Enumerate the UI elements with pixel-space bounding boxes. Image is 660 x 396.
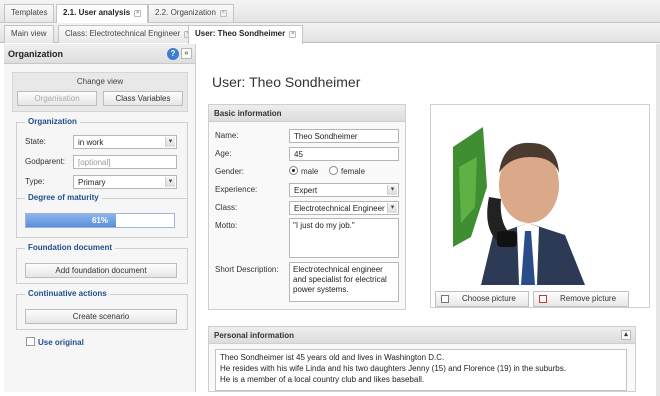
organisation-view-button[interactable]: Organisation: [17, 91, 97, 106]
personal-information-panel: Personal information ▴ Theo Sondheimer i…: [208, 326, 636, 392]
user-detail-view: User: Theo Sondheimer Basic information …: [198, 44, 656, 392]
sidebar-title: Organization: [8, 49, 64, 59]
motto-label: Motto:: [215, 221, 238, 230]
class-select[interactable]: Electrotechnical Engineer ▾: [289, 201, 399, 215]
age-field[interactable]: 45: [289, 147, 399, 161]
tab-user-analysis[interactable]: 2.1. User analysis ×: [56, 4, 149, 23]
female-radio[interactable]: [329, 166, 338, 175]
help-icon[interactable]: ?: [167, 48, 179, 60]
foundation-title: Foundation document: [25, 243, 115, 252]
type-label: Type:: [25, 177, 45, 186]
top-tab-bar: Templates 2.1. User analysis × 2.2. Organ…: [0, 0, 660, 23]
personal-information-text[interactable]: Theo Sondheimer ist 45 years old and liv…: [215, 349, 627, 391]
user-photo-frame: Choose picture Remove picture: [430, 104, 650, 308]
chevron-down-icon: ▾: [387, 203, 397, 213]
motto-field[interactable]: "I just do my job.": [289, 218, 399, 258]
state-select[interactable]: in work ▾: [73, 135, 177, 149]
choose-picture-button[interactable]: Choose picture: [435, 291, 529, 307]
female-label: female: [341, 167, 366, 176]
close-icon[interactable]: ×: [289, 31, 297, 38]
remove-picture-button[interactable]: Remove picture: [533, 291, 629, 307]
class-variables-button[interactable]: Class Variables: [103, 91, 183, 106]
male-label: male: [301, 167, 319, 176]
organization-group-title: Organization: [25, 117, 80, 126]
experience-label: Experience:: [215, 185, 258, 194]
close-icon[interactable]: ×: [219, 10, 227, 17]
tab-organization[interactable]: 2.2. Organization ×: [148, 4, 234, 22]
state-label: State:: [25, 137, 46, 146]
basic-information-panel: Basic information Name: Theo Sondheimer …: [208, 104, 406, 310]
tab-class-electrotechnical-engineer[interactable]: Class: Electrotechnical Engineer×: [58, 25, 199, 43]
sidebar-header: Organization ? «: [4, 44, 195, 64]
maturity-title: Degree of maturity: [25, 193, 102, 202]
male-radio[interactable]: [289, 166, 298, 175]
age-label: Age:: [215, 149, 232, 158]
tab-main-view[interactable]: Main view: [4, 25, 54, 43]
image-add-icon: [441, 295, 449, 303]
godparent-label: Godparent:: [25, 157, 66, 166]
add-foundation-document-button[interactable]: Add foundation document: [25, 263, 177, 278]
image-remove-icon: [539, 295, 547, 303]
short-description-field[interactable]: Electrotechnical engineer and specialist…: [289, 262, 399, 302]
name-label: Name:: [215, 131, 239, 140]
collapse-icon[interactable]: ▴: [621, 330, 631, 340]
continuative-group: Continuative actions Create scenario: [16, 289, 188, 330]
sub-tab-bar: Main view Class: Electrotechnical Engine…: [0, 23, 660, 44]
chevron-down-icon: ▾: [387, 185, 397, 195]
short-description-label: Short Description:: [215, 265, 279, 274]
personal-information-heading: Personal information ▴: [209, 327, 635, 344]
use-original-label: Use original: [38, 338, 84, 347]
organization-sidebar: Organization ? « Change view Organisatio…: [4, 44, 196, 392]
foundation-group: Foundation document Add foundation docum…: [16, 243, 188, 284]
scrollbar[interactable]: [656, 44, 660, 396]
maturity-group: Degree of maturity 61%: [16, 193, 188, 238]
change-view-label: Change view: [76, 77, 124, 86]
create-scenario-button[interactable]: Create scenario: [25, 309, 177, 324]
maturity-percent: 61%: [91, 216, 108, 225]
class-label: Class:: [215, 203, 238, 212]
collapse-icon[interactable]: «: [181, 48, 192, 59]
use-original-checkbox[interactable]: [26, 337, 35, 346]
close-icon[interactable]: ×: [134, 10, 142, 17]
type-select[interactable]: Primary ▾: [73, 175, 177, 189]
gender-label: Gender:: [215, 167, 244, 176]
basic-information-heading: Basic information: [209, 105, 405, 122]
change-view-box: Change view Organisation Class Variables: [12, 72, 188, 112]
name-field[interactable]: Theo Sondheimer: [289, 129, 399, 143]
tab-user-theo-sondheimer[interactable]: User: Theo Sondheimer ×: [188, 25, 304, 44]
maturity-progress-bar: 61%: [25, 213, 175, 228]
experience-select[interactable]: Expert ▾: [289, 183, 399, 197]
user-photo: [453, 127, 603, 285]
tab-templates[interactable]: Templates: [4, 4, 55, 22]
continuative-title: Continuative actions: [25, 289, 110, 298]
godparent-input[interactable]: [optional]: [73, 155, 177, 169]
chevron-down-icon: ▾: [165, 177, 175, 187]
page-title: User: Theo Sondheimer: [212, 74, 361, 90]
chevron-down-icon: ▾: [165, 137, 175, 147]
